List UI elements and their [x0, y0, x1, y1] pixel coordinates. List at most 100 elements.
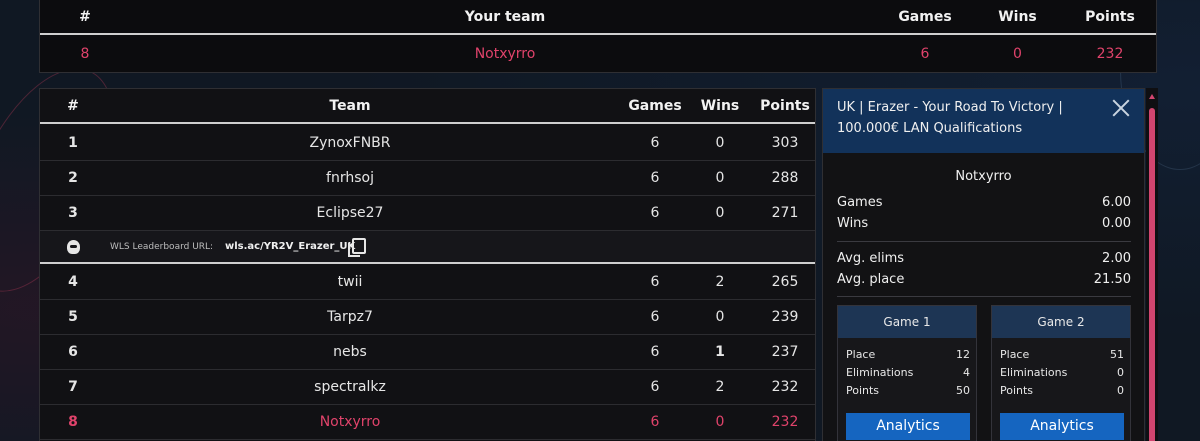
game-card-title: Game 2 [992, 306, 1130, 338]
wls-url-link[interactable]: wls.ac/YR2V_Erazer_UK [225, 241, 355, 252]
table-row-your-team[interactable]: 8 Notxyrro 6 0 232 [40, 405, 815, 440]
wins-cell: 0 [715, 414, 725, 430]
panel-title: UK | Erazer - Your Road To Victory | 100… [837, 100, 1063, 136]
points-cell: 271 [771, 205, 799, 221]
rank-cell: 5 [68, 309, 78, 325]
points-value: 50 [956, 384, 970, 397]
team-cell: ZynoxFNBR [309, 135, 391, 151]
games-cell: 6 [920, 46, 930, 62]
points-value: 0 [1117, 384, 1124, 397]
rank-cell: 8 [80, 46, 90, 62]
header-team: Team [329, 97, 371, 114]
table-row[interactable]: 5 Tarpz7 6 0 239 [40, 300, 815, 335]
eliminations-value: 0 [1117, 366, 1124, 379]
games-cell: 6 [650, 414, 660, 430]
points-cell: 232 [771, 414, 799, 430]
game-eliminations: Eliminations 0 [1000, 366, 1124, 379]
header-games: Games [898, 8, 952, 25]
stat-games: Games 6.00 [837, 195, 1131, 210]
game-place: Place 12 [846, 348, 970, 361]
close-icon[interactable] [1112, 99, 1130, 117]
divider [837, 296, 1131, 297]
games-cell: 6 [650, 135, 660, 151]
header-points: Points [760, 97, 810, 114]
game-place: Place 51 [1000, 348, 1124, 361]
games-cell: 6 [650, 170, 660, 186]
table-row[interactable]: 7 spectralkz 6 2 232 [40, 370, 815, 405]
game-card: Game 1 Place 12 Eliminations 4 Points 50… [837, 305, 977, 441]
stat-label: Avg. place [837, 272, 905, 287]
wins-cell: 0 [715, 309, 725, 325]
rank-cell: 8 [68, 414, 78, 430]
game-card: Game 2 Place 51 Eliminations 0 Points 0 … [991, 305, 1131, 441]
leaderboard-table: # Team Games Wins Points 1 ZynoxFNBR 6 0… [39, 88, 816, 441]
panel-team-name: Notxyrro [955, 169, 1012, 184]
header-rank: # [79, 8, 91, 25]
stat-value: 0.00 [1102, 216, 1131, 231]
wins-cell: 0 [715, 170, 725, 186]
scrollbar-thumb[interactable] [1149, 108, 1155, 441]
table-row[interactable]: 3 Eclipse27 6 0 271 [40, 196, 815, 231]
stat-label: Avg. elims [837, 251, 904, 266]
rank-cell: 1 [68, 135, 78, 151]
game-card-title: Game 1 [838, 306, 976, 338]
divider [837, 241, 1131, 242]
copy-icon[interactable] [348, 238, 366, 257]
team-cell: Eclipse27 [316, 205, 384, 221]
games-cell: 6 [650, 205, 660, 221]
stat-avg-elims: Avg. elims 2.00 [837, 251, 1131, 266]
stat-label: Wins [837, 216, 869, 231]
place-label: Place [846, 348, 876, 361]
stat-label: Games [837, 195, 883, 210]
header-your-team: Your team [464, 8, 546, 25]
table-row[interactable]: 1 ZynoxFNBR 6 0 303 [40, 126, 815, 161]
team-cell: Notxyrro [319, 414, 381, 430]
wls-label: WLS Leaderboard URL: [110, 242, 214, 252]
rank-cell: 7 [68, 379, 78, 395]
table-row[interactable]: 2 fnrhsoj 6 0 288 [40, 161, 815, 196]
scroll-up-icon[interactable] [1149, 94, 1155, 99]
rank-cell: 3 [68, 205, 78, 221]
team-cell: fnrhsoj [326, 170, 374, 186]
points-cell: 288 [771, 170, 799, 186]
panel-scrollbar[interactable] [1146, 88, 1158, 441]
place-value: 51 [1110, 348, 1124, 361]
points-label: Points [1000, 384, 1034, 397]
eliminations-value: 4 [963, 366, 970, 379]
eliminations-label: Eliminations [1000, 366, 1068, 379]
games-cell: 6 [650, 274, 660, 290]
header-games: Games [628, 97, 682, 114]
your-team-header: # Your team Games Wins Points [40, 0, 1156, 35]
stat-value: 6.00 [1102, 195, 1131, 210]
table-row[interactable]: 4 twii 6 2 265 [40, 265, 815, 300]
stat-value: 21.50 [1093, 272, 1131, 287]
header-points: Points [1085, 8, 1135, 25]
points-cell: 239 [771, 309, 799, 325]
rank-cell: 2 [68, 170, 78, 186]
team-cell: Notxyrro [474, 46, 536, 62]
team-cell: Tarpz7 [327, 309, 373, 325]
points-cell: 232 [771, 379, 799, 395]
stat-wins: Wins 0.00 [837, 216, 1131, 231]
wins-cell: 1 [715, 344, 725, 360]
points-label: Points [846, 384, 880, 397]
points-cell: 237 [771, 344, 799, 360]
place-value: 12 [956, 348, 970, 361]
analytics-button[interactable]: Analytics [1000, 413, 1124, 440]
place-label: Place [1000, 348, 1030, 361]
header-wins: Wins [700, 97, 740, 114]
games-cell: 6 [650, 344, 660, 360]
analytics-button[interactable]: Analytics [846, 413, 970, 440]
header-rank: # [67, 97, 79, 114]
team-cell: nebs [333, 344, 367, 360]
your-team-row[interactable]: 8 Notxyrro 6 0 232 [40, 37, 1156, 71]
games-cell: 6 [650, 379, 660, 395]
game-points: Points 50 [846, 384, 970, 397]
header-wins: Wins [998, 8, 1037, 25]
rank-cell: 6 [68, 344, 78, 360]
points-cell: 265 [771, 274, 799, 290]
game-eliminations: Eliminations 4 [846, 366, 970, 379]
table-row[interactable]: 6 nebs 6 1 237 [40, 335, 815, 370]
stat-avg-place: Avg. place 21.50 [837, 272, 1131, 287]
team-details-panel: UK | Erazer - Your Road To Victory | 100… [822, 88, 1145, 441]
